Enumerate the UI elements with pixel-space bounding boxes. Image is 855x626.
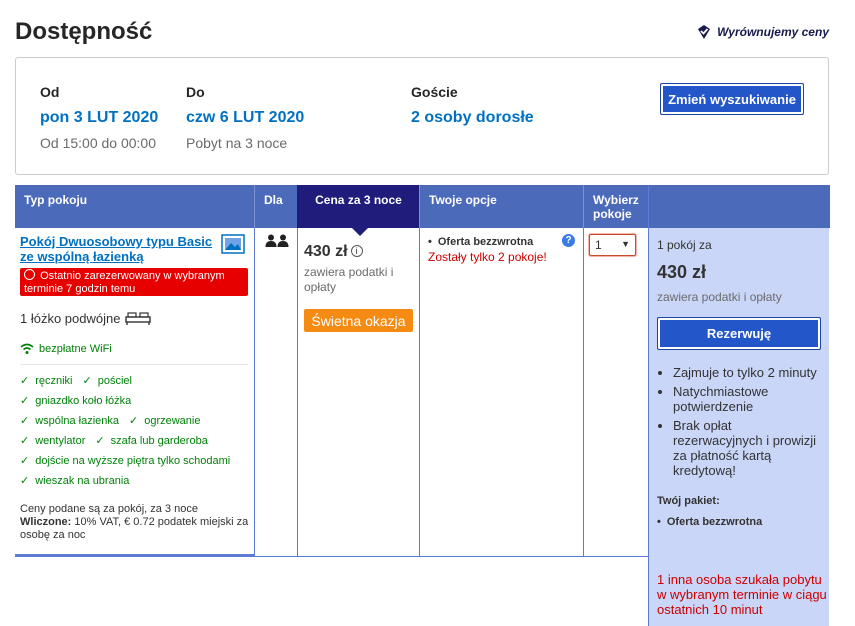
- perks-list: Zajmuje to tylko 2 minuty Natychmiastowe…: [673, 365, 823, 482]
- sidebar-total-price: 430 zł: [657, 262, 707, 282]
- price-note-line: Ceny podane są za pokój, za 3 noce: [20, 503, 198, 515]
- checkin-label: Od: [40, 84, 60, 100]
- checkout-date[interactable]: czw 6 LUT 2020: [186, 109, 304, 127]
- alarm-clock-icon: [24, 269, 35, 280]
- facility-item: szafa lub garderoba: [95, 435, 207, 447]
- wifi-label: bezpłatne WiFi: [39, 343, 112, 355]
- checkin-block: Od pon 3 LUT 2020 Od 15:00 do 00:00: [40, 84, 158, 151]
- checkout-label: Do: [186, 84, 205, 100]
- facility-item: ręczniki: [20, 375, 73, 387]
- room-quantity-value: 1: [595, 238, 602, 252]
- room-name-link[interactable]: Pokój Dwuosobowy typu Basic ze wspólną ł…: [20, 234, 215, 264]
- facility-item: pościel: [83, 375, 132, 387]
- facility-row: ręczniki pościel: [20, 374, 142, 387]
- recent-booking-alert: Ostatnio zarezerwowany w wybranym termin…: [20, 268, 248, 296]
- sidebar-demand-warning: 1 inna osoba szukała pobytu w wybranym t…: [657, 572, 827, 617]
- facility-row: wieszak na ubrania: [20, 474, 139, 487]
- facility-row: wspólna łazienka ogrzewanie: [20, 414, 210, 427]
- guests-value[interactable]: 2 osoby dorosłe: [411, 109, 534, 127]
- price-match-label: Wyrównujemy ceny: [717, 25, 829, 39]
- header-options: Twoje opcje: [419, 185, 584, 228]
- package-item: Oferta bezzwrotna: [657, 516, 762, 528]
- room-price-amount: 430 zł: [304, 243, 348, 260]
- facility-item: wspólna łazienka: [20, 415, 119, 427]
- package-title: Twój pakiet:: [657, 495, 720, 507]
- room-price: 430 zł i: [304, 243, 363, 261]
- header-price: Cena za 3 noce: [297, 185, 420, 228]
- bed-label: 1 łóżko podwójne: [20, 311, 121, 326]
- price-note: Ceny podane są za pokój, za 3 noce Wlicz…: [20, 503, 250, 542]
- great-deal-badge: Świetna okazja: [304, 309, 413, 332]
- facility-item: wieszak na ubrania: [20, 475, 129, 487]
- header-room-type: Typ pokoju: [15, 185, 255, 228]
- info-icon[interactable]: i: [350, 245, 363, 257]
- two-persons-icon: [265, 234, 289, 247]
- recent-booking-text: Ostatnio zarezerwowany w wybranym termin…: [24, 270, 225, 295]
- checkout-block: Do czw 6 LUT 2020 Pobyt na 3 noce: [186, 84, 304, 151]
- wifi-icon: [20, 343, 34, 354]
- price-cell: 430 zł i zawiera podatki i opłaty Świetna…: [297, 228, 420, 557]
- sidebar-tax-note: zawiera podatki i opłaty: [657, 290, 782, 304]
- double-bed-icon: [125, 311, 152, 325]
- included-label: Wliczone:: [20, 516, 72, 528]
- room-cell: Pokój Dwuosobowy typu Basic ze wspólną ł…: [15, 228, 255, 557]
- help-icon[interactable]: ?: [562, 234, 575, 247]
- perk-item: Zajmuje to tylko 2 minuty: [673, 365, 823, 380]
- select-cell: 1 ▼: [583, 228, 649, 557]
- price-match-badge[interactable]: Wyrównujemy ceny: [696, 24, 829, 40]
- option-nonrefundable: Oferta bezzwrotna: [428, 236, 533, 248]
- perk-item: Brak opłat rezerwacyjnych i prowizji za …: [673, 418, 823, 478]
- reserve-button[interactable]: Rezerwuję: [657, 317, 821, 350]
- sidebar-room-count: 1 pokój za: [657, 238, 712, 252]
- rooms-left-warning: Zostały tylko 2 pokoje!: [428, 250, 547, 264]
- page-title: Dostępność: [15, 18, 153, 45]
- availability-table: Typ pokoju Dla Cena za 3 noce Twoje opcj…: [15, 185, 830, 626]
- facility-item: wentylator: [20, 435, 85, 447]
- options-cell: Oferta bezzwrotna ? Zostały tylko 2 poko…: [419, 228, 584, 557]
- reservation-sidebar: 1 pokój za 430 zł zawiera podatki i opła…: [648, 185, 830, 626]
- header-select: Wybierz pokoje: [583, 185, 649, 228]
- included-line: Wliczone: 10% VAT, € 0.72 podatek miejsk…: [20, 516, 250, 542]
- facilities-divider: [20, 364, 248, 365]
- stay-length: Pobyt na 3 noce: [186, 135, 288, 151]
- shield-check-icon: [698, 25, 711, 39]
- search-summary: Od pon 3 LUT 2020 Od 15:00 do 00:00 Do c…: [15, 57, 829, 175]
- occupancy-cell: [254, 228, 298, 557]
- header-for: Dla: [254, 185, 298, 228]
- wifi-info: bezpłatne WiFi: [20, 343, 112, 355]
- sidebar-header: [649, 185, 830, 228]
- photo-gallery-icon[interactable]: [221, 234, 245, 254]
- facility-item: dojście na wyższe piętra tylko schodami: [20, 455, 230, 467]
- facility-row: gniazdko koło łóżka: [20, 394, 141, 407]
- caret-down-icon: ▼: [621, 239, 630, 249]
- checkin-date[interactable]: pon 3 LUT 2020: [40, 109, 158, 127]
- facility-row: wentylator szafa lub garderoba: [20, 434, 218, 447]
- perk-item: Natychmiastowe potwierdzenie: [673, 384, 823, 414]
- checkin-time: Od 15:00 do 00:00: [40, 135, 156, 151]
- guests-block: Goście 2 osoby dorosłe: [411, 84, 534, 127]
- price-tax-note: zawiera podatki i opłaty: [304, 265, 394, 294]
- facility-item: ogrzewanie: [129, 415, 200, 427]
- bed-info: 1 łóżko podwójne: [20, 311, 152, 326]
- change-search-button[interactable]: Zmień wyszukiwanie: [660, 83, 804, 115]
- facility-row: dojście na wyższe piętra tylko schodami: [20, 454, 240, 467]
- guests-label: Goście: [411, 84, 458, 100]
- facility-item: gniazdko koło łóżka: [20, 395, 131, 407]
- room-quantity-select[interactable]: 1 ▼: [589, 234, 636, 256]
